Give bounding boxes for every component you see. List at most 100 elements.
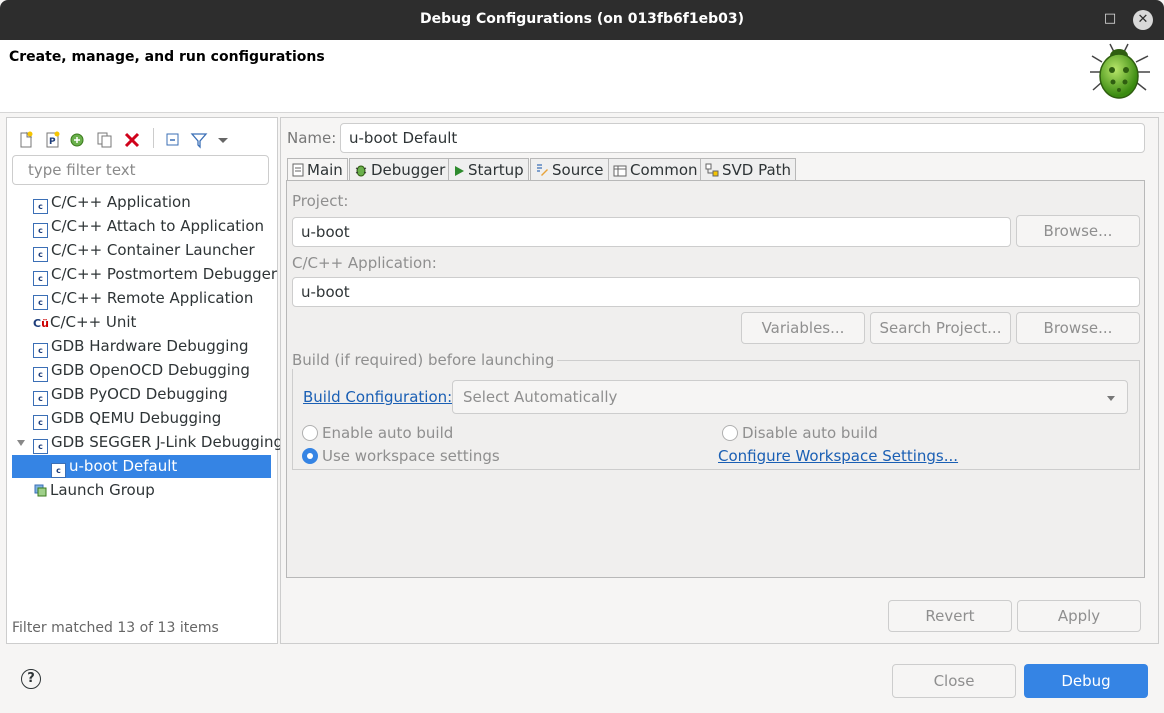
tree-item-c-postmortem[interactable]: c C/C++ Postmortem Debugger: [33, 263, 277, 286]
use-workspace-settings-radio[interactable]: [302, 448, 318, 464]
tree-item-label: GDB QEMU Debugging: [51, 409, 222, 427]
tab-label: Source: [552, 161, 604, 179]
dialog-header: Create, manage, and run configurations: [0, 40, 1164, 113]
tree-item-label: C/C++ Container Launcher: [51, 241, 255, 259]
duplicate-configuration-icon[interactable]: [96, 131, 114, 149]
tree-item-label: C/C++ Unit: [50, 313, 137, 331]
build-configuration-select[interactable]: Select Automatically: [452, 380, 1128, 414]
left-toolbar: P: [17, 124, 267, 149]
tree-item-gdb-segger[interactable]: c GDB SEGGER J-Link Debugging: [33, 431, 283, 454]
tree-item-c-remote[interactable]: c C/C++ Remote Application: [33, 287, 253, 310]
tree-item-gdb-qemu[interactable]: c GDB QEMU Debugging: [33, 407, 221, 430]
tab-debugger[interactable]: Debugger: [349, 158, 451, 181]
c-app-icon: c: [33, 295, 48, 310]
project-label: Project:: [292, 192, 349, 210]
tree-item-gdb-hardware[interactable]: c GDB Hardware Debugging: [33, 335, 248, 358]
dropdown-chevron-down-icon: [1107, 396, 1115, 401]
new-prototype-icon[interactable]: P: [44, 131, 62, 149]
view-menu-chevron-down-icon[interactable]: [214, 131, 232, 149]
variables-button[interactable]: Variables...: [741, 312, 865, 344]
c-app-icon: c: [33, 223, 48, 238]
tab-label: Debugger: [371, 161, 446, 179]
tree-item-label: GDB PyOCD Debugging: [51, 385, 228, 403]
disable-auto-build-radio[interactable]: [722, 425, 738, 441]
delete-configuration-icon[interactable]: [123, 131, 141, 149]
toolbar-divider: [153, 128, 154, 148]
name-label: Name:: [287, 129, 337, 147]
c-app-icon: c: [33, 247, 48, 262]
tree-item-c-attach[interactable]: c C/C++ Attach to Application: [33, 215, 264, 238]
apply-button[interactable]: Apply: [1017, 600, 1141, 632]
c-app-icon: c: [33, 391, 48, 406]
c-app-icon: c: [33, 271, 48, 286]
filter-input-box[interactable]: [12, 155, 269, 185]
tree-item-u-boot-default[interactable]: c u-boot Default: [12, 455, 271, 478]
tree-item-gdb-pyocd[interactable]: c GDB PyOCD Debugging: [33, 383, 228, 406]
name-field[interactable]: u-boot Default: [340, 123, 1145, 153]
c-app-icon: c: [33, 367, 48, 382]
tree-item-c-unit[interactable]: CüC/C++ Unit: [33, 311, 136, 334]
disable-auto-build-label: Disable auto build: [742, 424, 878, 442]
launch-group-icon: [34, 484, 47, 497]
use-workspace-settings-label: Use workspace settings: [322, 447, 500, 465]
c-unit-icon: Cü: [33, 317, 49, 330]
common-table-icon: [613, 165, 627, 177]
tree-item-c-application[interactable]: c C/C++ Application: [33, 191, 191, 214]
tree-item-label: GDB Hardware Debugging: [51, 337, 249, 355]
tab-startup[interactable]: Startup: [448, 158, 529, 181]
tree-item-label: GDB OpenOCD Debugging: [51, 361, 250, 379]
c-app-icon: c: [33, 415, 48, 430]
build-group-label: Build (if required) before launching: [292, 351, 558, 369]
svd-path-icon: [705, 163, 719, 177]
expand-chevron-down-icon[interactable]: [15, 437, 27, 449]
tree-item-label: u-boot Default: [69, 457, 178, 475]
tree-item-gdb-openocd[interactable]: c GDB OpenOCD Debugging: [33, 359, 250, 382]
application-label: C/C++ Application:: [292, 254, 437, 272]
new-configuration-icon[interactable]: [17, 131, 35, 149]
build-configuration-link[interactable]: Build Configuration:: [303, 388, 452, 406]
tab-source[interactable]: Source: [530, 158, 609, 181]
close-button[interactable]: Close: [892, 664, 1016, 698]
tab-label: SVD Path: [722, 161, 792, 179]
source-icon: [537, 164, 548, 176]
tab-label: Common: [630, 161, 698, 179]
browse-project-button[interactable]: Browse...: [1016, 215, 1140, 247]
tab-common[interactable]: Common: [608, 158, 703, 181]
configure-workspace-settings-link[interactable]: Configure Workspace Settings...: [718, 447, 958, 465]
tab-svd-path[interactable]: SVD Path: [700, 158, 797, 181]
startup-play-icon: [455, 166, 464, 176]
collapse-all-icon[interactable]: [164, 131, 182, 149]
tree-item-label: GDB SEGGER J-Link Debugging: [51, 433, 283, 451]
maximize-button[interactable]: □: [1101, 10, 1119, 28]
tree-item-label: C/C++ Application: [51, 193, 191, 211]
c-app-icon: c: [33, 439, 48, 454]
build-configuration-value: Select Automatically: [463, 388, 618, 406]
window-title: Debug Configurations (on 013fb6f1eb03): [419, 11, 745, 27]
main-tab-icon: [292, 163, 304, 177]
debugger-bug-icon: [355, 165, 367, 177]
tree-item-label: Launch Group: [50, 481, 155, 499]
tree-item-label: C/C++ Postmortem Debugger: [51, 265, 277, 283]
tree-item-c-container[interactable]: c C/C++ Container Launcher: [33, 239, 255, 262]
enable-auto-build-radio[interactable]: [302, 425, 318, 441]
close-window-button[interactable]: ✕: [1133, 10, 1153, 30]
project-field[interactable]: u-boot: [292, 217, 1011, 247]
revert-button[interactable]: Revert: [888, 600, 1012, 632]
header-description: Create, manage, and run configurations: [9, 49, 325, 65]
tab-label: Startup: [468, 161, 524, 179]
debug-button[interactable]: Debug: [1024, 664, 1148, 698]
browse-application-button[interactable]: Browse...: [1016, 312, 1140, 344]
search-project-button[interactable]: Search Project...: [870, 312, 1011, 344]
help-icon[interactable]: ?: [21, 669, 41, 689]
export-configuration-icon[interactable]: [69, 131, 87, 149]
c-app-icon: c: [51, 463, 66, 478]
tree-item-launch-group[interactable]: Launch Group: [33, 479, 155, 502]
c-app-icon: c: [33, 199, 48, 214]
application-field[interactable]: u-boot: [292, 277, 1140, 307]
filter-icon[interactable]: [190, 131, 208, 149]
enable-auto-build-label: Enable auto build: [322, 424, 454, 442]
tab-label: Main: [307, 161, 343, 179]
filter-status: Filter matched 13 of 13 items: [12, 620, 219, 636]
svg-text:P: P: [49, 137, 56, 147]
filter-input[interactable]: [26, 156, 265, 184]
